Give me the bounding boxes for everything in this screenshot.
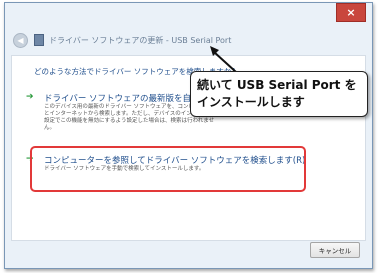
window-title: ドライバー ソフトウェアの更新 - USB Serial Port: [49, 35, 232, 45]
wizard-header: ◀ ドライバー ソフトウェアの更新 - USB Serial Port: [13, 31, 313, 49]
device-icon: [34, 34, 44, 46]
callout-line-2: インストールします: [197, 95, 305, 109]
highlight-box: [30, 146, 306, 192]
close-button[interactable]: ×: [336, 3, 366, 22]
back-button[interactable]: ◀: [13, 32, 28, 48]
instruction-callout: 続いて USB Serial Port を インストールします: [190, 71, 368, 117]
close-icon: ×: [346, 6, 356, 19]
cancel-button[interactable]: キャンセル: [310, 242, 360, 258]
option-title: ドライバー ソフトウェアの最新版を自動: [44, 94, 200, 104]
title-bar: ×: [5, 3, 372, 27]
callout-line-1: 続いて USB Serial Port を: [197, 78, 357, 92]
green-arrow-icon: ➔: [26, 92, 34, 102]
back-arrow-icon: ◀: [17, 35, 24, 45]
driver-update-dialog: × ◀ ドライバー ソフトウェアの更新 - USB Serial Port どの…: [4, 2, 373, 269]
